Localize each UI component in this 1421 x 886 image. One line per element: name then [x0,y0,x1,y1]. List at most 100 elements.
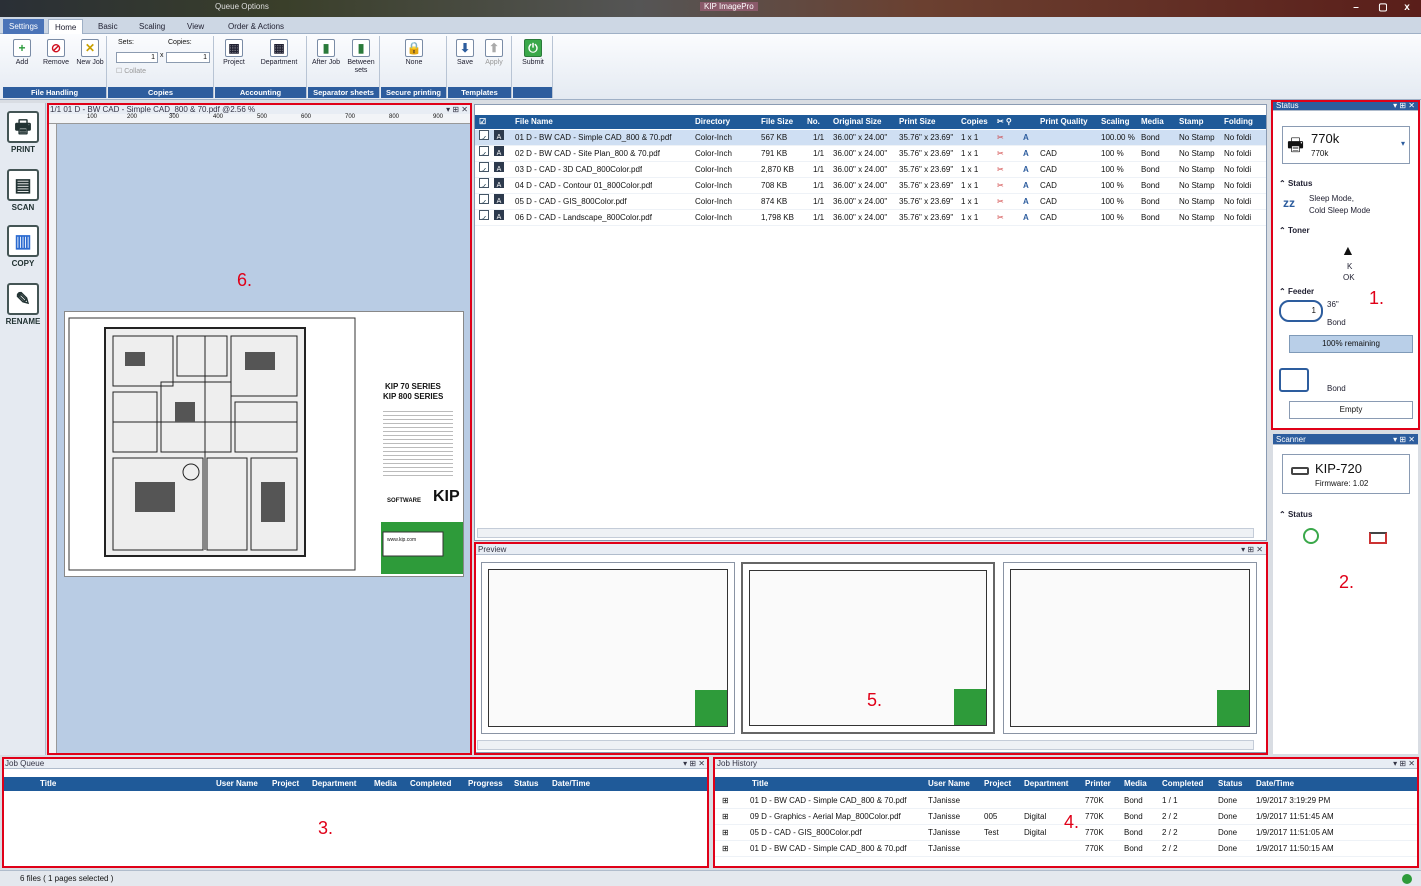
file-row[interactable]: ✓ A ✂ A 01 D - BW CAD - Simple CAD_800 & 70.… [475,130,1266,146]
file-size-cell: 874 KB [761,197,788,206]
status-bar: 6 files ( 1 pages selected ) [0,870,1421,886]
secure-none-label: None [405,59,423,66]
copies-footer: Copies [108,87,213,98]
add-button[interactable]: + Add [7,39,37,67]
after-job-icon: ▮ [317,39,335,57]
scaling-cell: 100 % [1101,197,1124,206]
file-size-cell: 791 KB [761,149,788,158]
select-all-checkbox[interactable]: ☑ [479,115,486,129]
copy-icon: ▥ [7,225,39,257]
file-row[interactable]: ✓ A ✂ A 06 D - CAD - Landscape_800Color.pdf C… [475,210,1266,226]
secure-group: 🔒 None Secure printing [381,36,447,98]
copy-mode-button[interactable]: ▥ COPY [2,225,44,268]
copies-input[interactable]: 1 [166,52,210,63]
col-scaling[interactable]: Scaling [1101,115,1129,129]
file-row[interactable]: ✓ A ✂ A 05 D - CAD - GIS_800Color.pdf Color-I… [475,194,1266,210]
row-checkbox[interactable]: ✓ [479,146,489,156]
sets-input[interactable]: 1 [116,52,158,63]
remove-icon: ⊘ [47,39,65,57]
submit-group: ⏻ Submit [513,36,553,98]
after-job-button[interactable]: ▮ After Job [311,39,341,67]
folding-cell: No foldi [1224,133,1252,142]
apply-template-button[interactable]: ⬆ Apply [479,39,509,67]
stamp-cell: No Stamp [1179,165,1215,174]
scan-label: SCAN [11,203,35,212]
original-size-cell: 36.00" x 24.00" [833,213,888,222]
submit-label: Submit [522,59,544,66]
project-button[interactable]: ▦ Project [219,39,249,67]
maximize-button[interactable]: ▢ [1372,1,1394,15]
save-icon: ⬇ [456,39,474,57]
file-size-cell: 1,798 KB [761,213,794,222]
file-row[interactable]: ✓ A ✂ A 02 D - BW CAD - Site Plan_800 & 70.p… [475,146,1266,162]
new-job-button[interactable]: ✕ New Job [75,39,105,67]
row-checkbox[interactable]: ✓ [479,194,489,204]
project-icon: ▦ [225,39,243,57]
tab-scaling[interactable]: Scaling [133,19,171,34]
rename-label: RENAME [5,317,41,326]
col-stamp-icon[interactable]: ✂ ⚲ [997,115,1012,129]
department-button[interactable]: ▦ Department [257,39,301,67]
page-no-cell: 1/1 [813,181,825,190]
secure-none-button[interactable]: 🔒 None [399,39,429,67]
print-quality-cell: CAD [1040,213,1057,222]
stamp-cell: No Stamp [1179,197,1215,206]
save-template-button[interactable]: ⬇ Save [450,39,480,67]
tab-basic[interactable]: Basic [92,19,124,34]
print-size-cell: 35.76" x 23.69" [899,197,954,206]
col-no[interactable]: No. [807,115,820,129]
row-checkbox[interactable]: ✓ [479,130,489,140]
submit-icon: ⏻ [524,39,542,57]
file-row[interactable]: ✓ A ✂ A 03 D - CAD - 3D CAD_800Color.pdf Colo… [475,162,1266,178]
submit-button[interactable]: ⏻ Submit [518,39,548,67]
collate-checkbox[interactable]: ☐ Collate [116,67,146,75]
scaling-cell: 100 % [1101,149,1124,158]
ribbon: + Add ⊘ Remove ✕ New Job File Handling Sets… [0,34,1421,100]
region-frame-6 [47,103,472,755]
col-copies[interactable]: Copies [961,115,988,129]
print-mode-button[interactable]: 🖶 PRINT [2,111,44,154]
col-file-name[interactable]: File Name [515,115,553,129]
region-frame-5 [474,542,1268,755]
page-no-cell: 1/1 [813,133,825,142]
col-file-size[interactable]: File Size [761,115,793,129]
row-checkbox[interactable]: ✓ [479,210,489,220]
minimize-button[interactable]: – [1345,1,1367,15]
tab-home[interactable]: Home [48,19,84,34]
templates-footer: Templates [448,87,511,98]
stamp-marker-icon: ✂ [997,165,1004,174]
lock-icon: 🔒 [405,39,423,57]
col-directory[interactable]: Directory [695,115,730,129]
row-checkbox[interactable]: ✓ [479,178,489,188]
col-print-size[interactable]: Print Size [899,115,935,129]
tab-order-actions[interactable]: Order & Actions [222,19,290,34]
col-media[interactable]: Media [1141,115,1164,129]
file-table-scrollbar[interactable] [477,528,1254,538]
page-no-cell: 1/1 [813,197,825,206]
quality-icon: A [1023,197,1029,206]
col-folding[interactable]: Folding [1224,115,1253,129]
remove-label: Remove [42,59,70,66]
rename-mode-button[interactable]: ✎ RENAME [2,283,44,326]
between-sets-button[interactable]: ▮ Between sets [344,39,378,75]
project-label: Project [223,59,245,66]
quality-icon: A [1023,213,1029,222]
pdf-file-icon: A [494,146,504,156]
separator-group: ▮ After Job ▮ Between sets Separator sheet… [308,36,380,98]
scan-mode-button[interactable]: ▤ SCAN [2,169,44,212]
file-row[interactable]: ✓ A ✂ A 04 D - CAD - Contour 01_800Color.pdf… [475,178,1266,194]
directory-cell: Color-Inch [695,197,732,206]
col-original-size[interactable]: Original Size [833,115,881,129]
pdf-file-icon: A [494,178,504,188]
printer-icon: 🖶 [7,111,39,143]
tab-settings[interactable]: Settings [3,19,44,34]
file-size-cell: 708 KB [761,181,788,190]
tab-view[interactable]: View [181,19,210,34]
row-checkbox[interactable]: ✓ [479,162,489,172]
separator-footer: Separator sheets [308,87,379,98]
new-job-label: New Job [76,59,104,66]
remove-button[interactable]: ⊘ Remove [41,39,71,67]
col-stamp[interactable]: Stamp [1179,115,1203,129]
col-print-quality[interactable]: Print Quality [1040,115,1088,129]
close-button[interactable]: x [1396,1,1418,15]
